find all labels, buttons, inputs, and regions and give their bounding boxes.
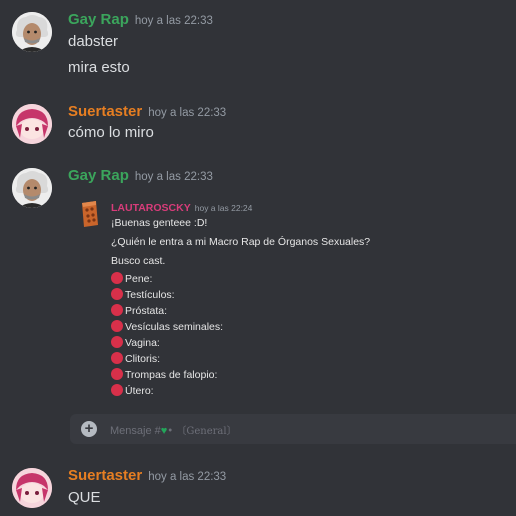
author-label[interactable]: Suertaster	[68, 103, 142, 120]
red-circle-icon	[111, 320, 123, 332]
composer-placeholder[interactable]: Mensaje #♥• 〔General〕	[110, 422, 237, 437]
role-label: Próstata:	[125, 305, 168, 317]
red-circle-icon	[111, 352, 123, 364]
einstein-avatar[interactable]	[12, 168, 52, 208]
role-item: Útero:	[111, 384, 154, 397]
timestamp: hoy a las 22:33	[148, 107, 227, 119]
message-4: Suertaster hoy a las 22:33 QUE	[0, 464, 516, 514]
role-label: Vesículas seminales:	[125, 321, 224, 333]
embed-text: ¡Buenas genteee :D!	[111, 217, 208, 229]
anime-avatar[interactable]	[12, 104, 52, 144]
role-label: Vagina:	[125, 337, 160, 349]
timestamp: hoy a las 22:33	[134, 15, 213, 27]
embed-text: Busco cast.	[111, 255, 166, 267]
role-label: Clitoris:	[125, 353, 161, 365]
red-circle-icon	[111, 272, 123, 284]
embed-text: ¿Quién le entra a mi Macro Rap de Órgano…	[111, 236, 371, 248]
role-item: Clitoris:	[111, 352, 160, 365]
role-item: Pene:	[111, 272, 152, 285]
author-label[interactable]: Suertaster	[68, 467, 142, 484]
red-circle-icon	[111, 304, 123, 316]
red-circle-icon	[111, 384, 123, 396]
author-name[interactable]: Suertaster hoy a las 22:33	[68, 103, 226, 120]
role-item: Vagina:	[111, 336, 160, 349]
einstein-avatar[interactable]	[12, 12, 52, 52]
red-circle-icon	[111, 288, 123, 300]
timestamp: hoy a las 22:33	[134, 171, 213, 183]
author-name[interactable]: Suertaster hoy a las 22:33	[68, 467, 226, 484]
red-circle-icon	[111, 368, 123, 380]
author-label[interactable]: Gay Rap	[68, 11, 129, 28]
message-1: Gay Rap hoy a las 22:33 dabster mira esto	[0, 8, 516, 82]
message-composer[interactable]: + Mensaje #♥• 〔General〕	[70, 414, 516, 444]
placeholder-suffix: • 〔General〕	[167, 426, 237, 437]
red-circle-icon	[111, 336, 123, 348]
role-item: Próstata:	[111, 304, 167, 317]
embed-author-label: LAUTAROSCKY	[111, 202, 191, 214]
message-text: QUE	[68, 489, 101, 506]
plus-circle-icon[interactable]: +	[81, 421, 97, 437]
timestamp: hoy a las 22:33	[148, 471, 227, 483]
message-2: Suertaster hoy a las 22:33 cómo lo miro	[0, 100, 516, 150]
role-label: Útero:	[125, 385, 154, 397]
role-item: Trompas de falopio:	[111, 368, 217, 381]
role-label: Pene:	[125, 273, 153, 285]
role-item: Vesículas seminales:	[111, 320, 223, 333]
message-text: mira esto	[68, 59, 130, 76]
anime-avatar[interactable]	[12, 468, 52, 508]
brick-avatar	[78, 199, 100, 229]
embed-timestamp: hoy a las 22:24	[194, 203, 253, 213]
message-text: dabster	[68, 33, 119, 50]
role-item: Testículos:	[111, 288, 175, 301]
role-label: Trompas de falopio:	[125, 369, 218, 381]
embed-author: LAUTAROSCKY hoy a las 22:24	[111, 202, 252, 214]
author-name[interactable]: Gay Rap hoy a las 22:33	[68, 11, 213, 28]
author-label[interactable]: Gay Rap	[68, 167, 129, 184]
message-text: cómo lo miro	[68, 124, 154, 141]
role-label: Testículos:	[125, 289, 175, 301]
placeholder-prefix: Mensaje #	[110, 425, 161, 437]
author-name[interactable]: Gay Rap hoy a las 22:33	[68, 167, 213, 184]
